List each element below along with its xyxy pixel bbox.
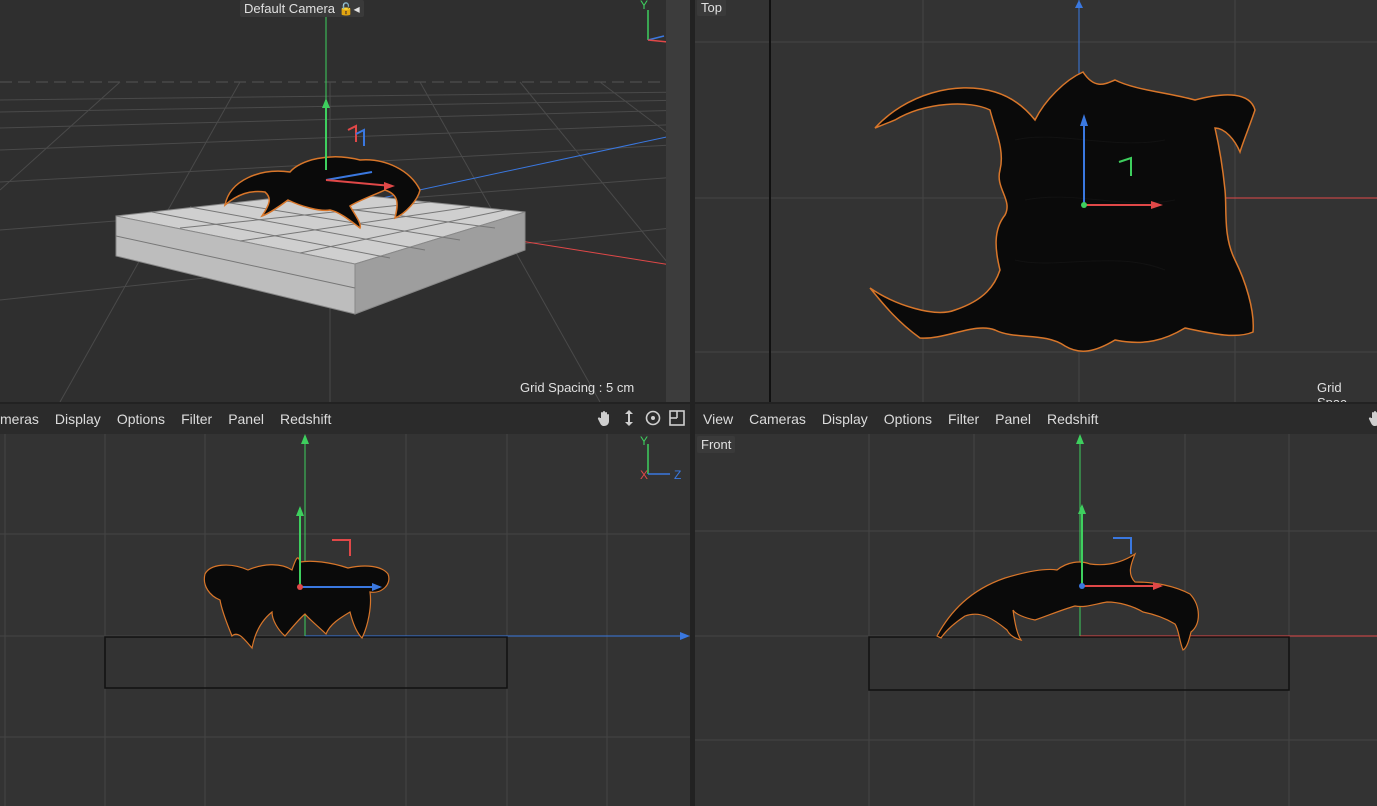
viewport-label-top[interactable]: Top [697,0,726,16]
viewport-perspective[interactable]: Default Camera 🔓◂ Y Z X Grid Spacing : 5… [0,0,690,402]
viewport-front[interactable]: Front [695,434,1377,806]
menu-view[interactable]: View [695,411,741,427]
perspective-scrollbar[interactable] [666,0,690,402]
viewport-nav-icons [596,409,686,427]
menu-display[interactable]: Display [47,411,109,427]
front-scene [695,434,1377,806]
axis-label-y: Y [640,434,649,448]
menubar-left: meras Display Options Filter Panel Redsh… [0,404,690,434]
right-scene [0,434,690,806]
menu-panel[interactable]: Panel [220,411,272,427]
menu-filter[interactable]: Filter [173,411,220,427]
maximize-icon[interactable] [668,409,686,427]
menu-panel[interactable]: Panel [987,411,1039,427]
rotate-icon[interactable] [644,409,662,427]
camera-lock-icon[interactable]: 🔓◂ [339,2,360,16]
hand-icon[interactable] [1367,409,1377,427]
camera-label[interactable]: Default Camera 🔓◂ [240,0,364,17]
top-scene [695,0,1377,402]
axis-label-x: X [640,468,649,482]
creature-top [869,71,1256,352]
viewport-top[interactable]: Top Grid Spac [695,0,1377,402]
axis-label-z: Z [674,468,682,482]
viewport-nav-icons-right [1367,409,1377,427]
menu-options[interactable]: Options [109,411,173,427]
axis-label-y: Y [640,0,649,12]
hand-icon[interactable] [596,409,614,427]
menubar-right: View Cameras Display Options Filter Pane… [695,404,1377,434]
creature-side [203,557,390,650]
viewport-label-front[interactable]: Front [697,436,736,453]
menu-cameras[interactable]: meras [0,411,47,427]
grid-spacing-label-top: Grid Spac [1317,380,1347,402]
menu-options[interactable]: Options [876,411,940,427]
menu-redshift[interactable]: Redshift [272,411,339,427]
viewport-right[interactable]: Y X Z [0,434,690,806]
perspective-scene [0,0,690,402]
menu-redshift[interactable]: Redshift [1039,411,1106,427]
viewport-divider-horizontal[interactable] [0,402,1377,404]
menu-display[interactable]: Display [814,411,876,427]
grid-spacing-label: Grid Spacing : 5 cm [520,380,635,395]
move-icon[interactable] [620,409,638,427]
menu-filter[interactable]: Filter [940,411,987,427]
camera-name: Default Camera [244,1,336,16]
menu-cameras[interactable]: Cameras [741,411,814,427]
